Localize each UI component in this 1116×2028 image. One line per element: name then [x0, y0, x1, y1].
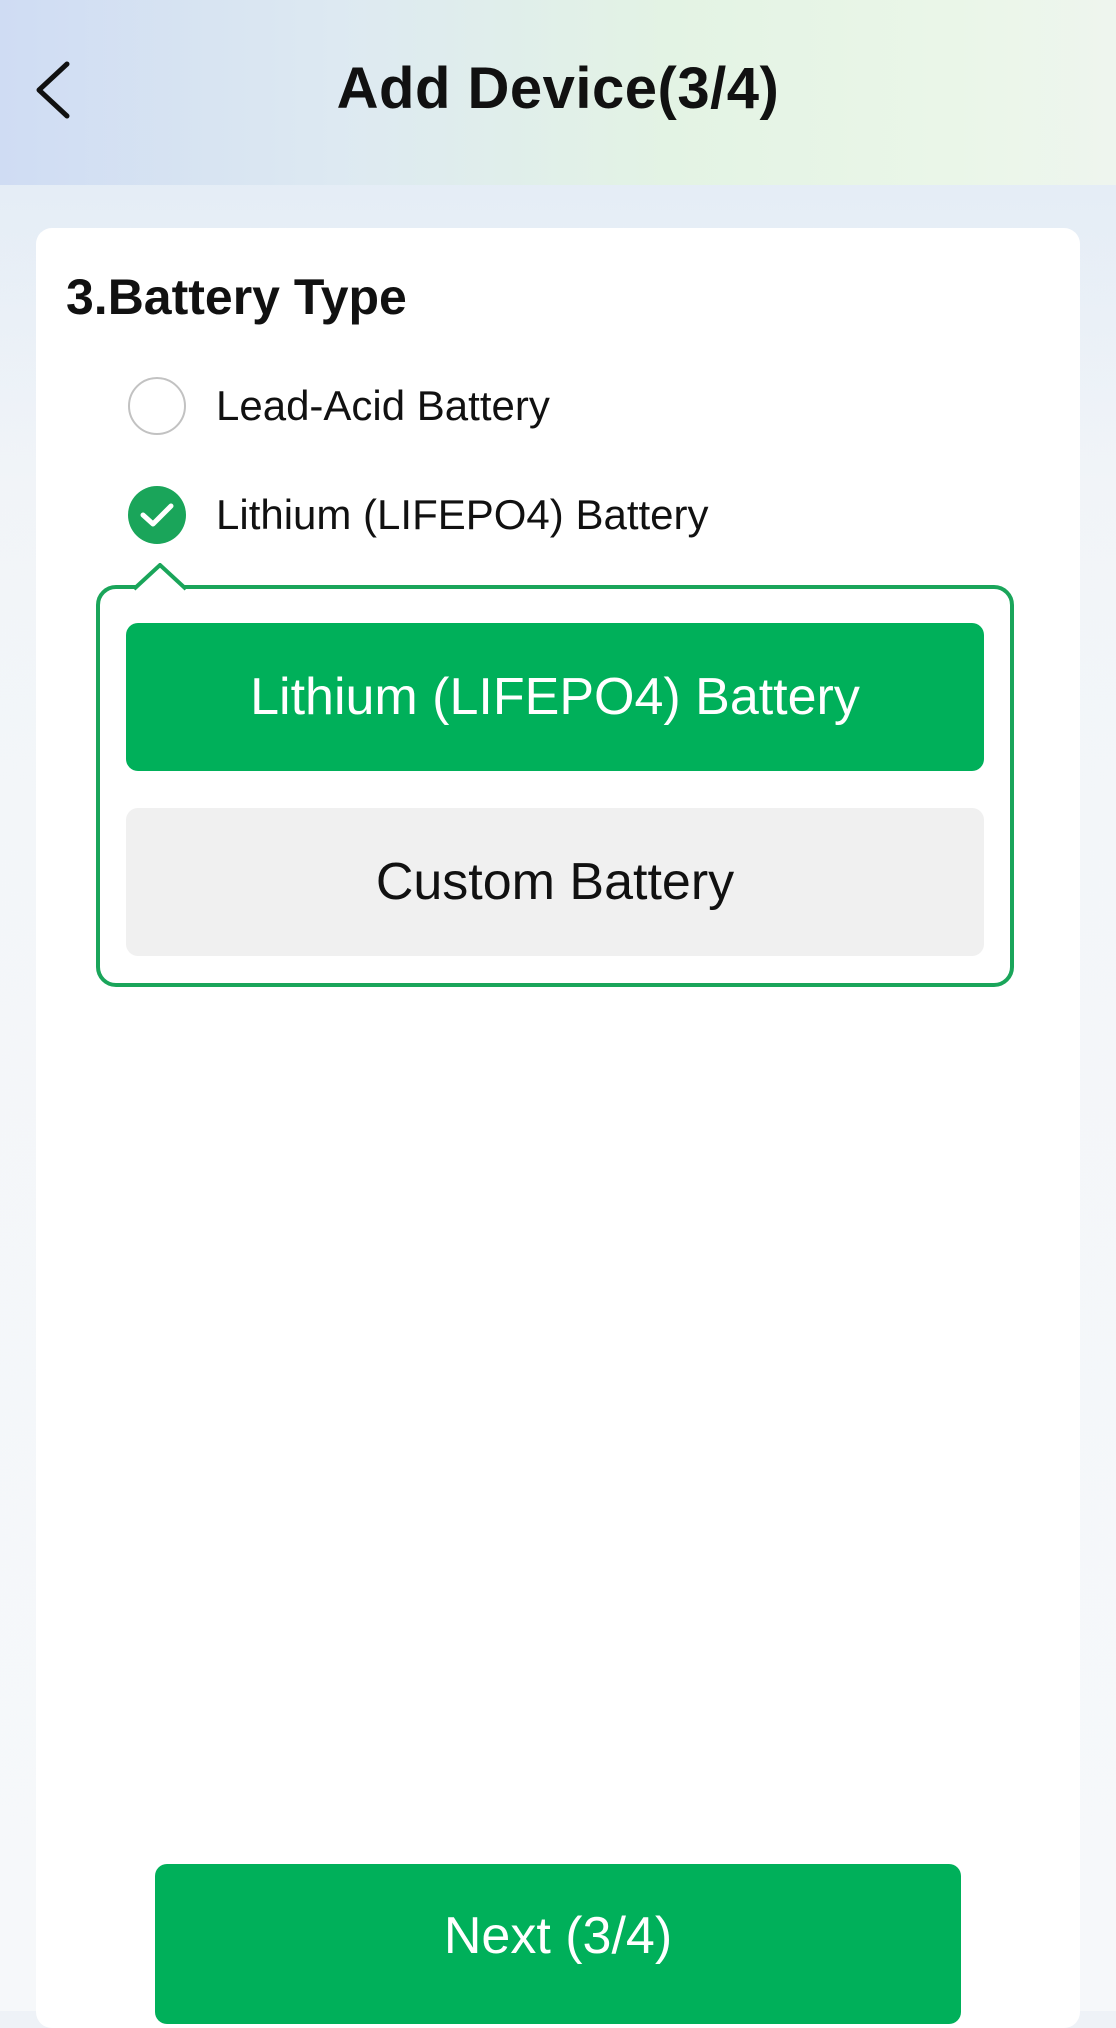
radio-option-label: Lead-Acid Battery [216, 382, 550, 429]
radio-option-lead-acid[interactable]: Lead-Acid Battery [128, 374, 550, 438]
radio-option-label: Lithium (LIFEPO4) Battery [216, 491, 709, 538]
lithium-lifepo4-option-button[interactable]: Lithium (LIFEPO4) Battery [126, 623, 984, 771]
radio-option-lithium[interactable]: Lithium (LIFEPO4) Battery [128, 483, 709, 547]
popover-arrow-icon [134, 563, 186, 591]
radio-checked-icon[interactable] [128, 486, 186, 544]
page-title: Add Device(3/4) [336, 56, 780, 121]
next-button[interactable]: Next (3/4) [155, 1864, 961, 2024]
section-title: 3.Battery Type [66, 269, 407, 325]
custom-battery-option-button[interactable]: Custom Battery [126, 808, 984, 956]
radio-unchecked-icon[interactable] [128, 377, 186, 435]
checkmark-icon [140, 503, 174, 527]
